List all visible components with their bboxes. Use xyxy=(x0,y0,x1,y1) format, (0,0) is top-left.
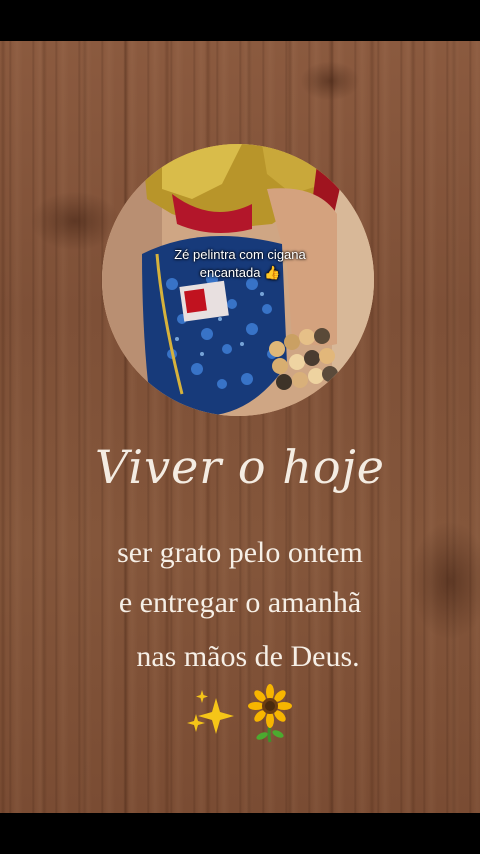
quote-line-3: nas mãos de Deus. xyxy=(136,640,360,673)
sunflower-icon xyxy=(248,684,292,743)
top-black-bar xyxy=(0,0,480,41)
decoration-row xyxy=(180,684,300,744)
story-photo[interactable]: Zé pelintra com cigana encantada 👍 xyxy=(102,144,374,416)
sparkles-icon xyxy=(187,690,234,734)
quote-title: Viver o hoje xyxy=(94,440,386,494)
photo-caption: Zé pelintra com cigana encantada 👍 xyxy=(174,247,306,280)
quote-line-2: e entregar o amanhã xyxy=(118,586,362,619)
quote-line-1: ser grato pelo ontem xyxy=(117,536,363,569)
bottom-black-bar xyxy=(0,813,480,854)
story-screen: Zé pelintra com cigana encantada 👍 Viver… xyxy=(0,0,480,854)
